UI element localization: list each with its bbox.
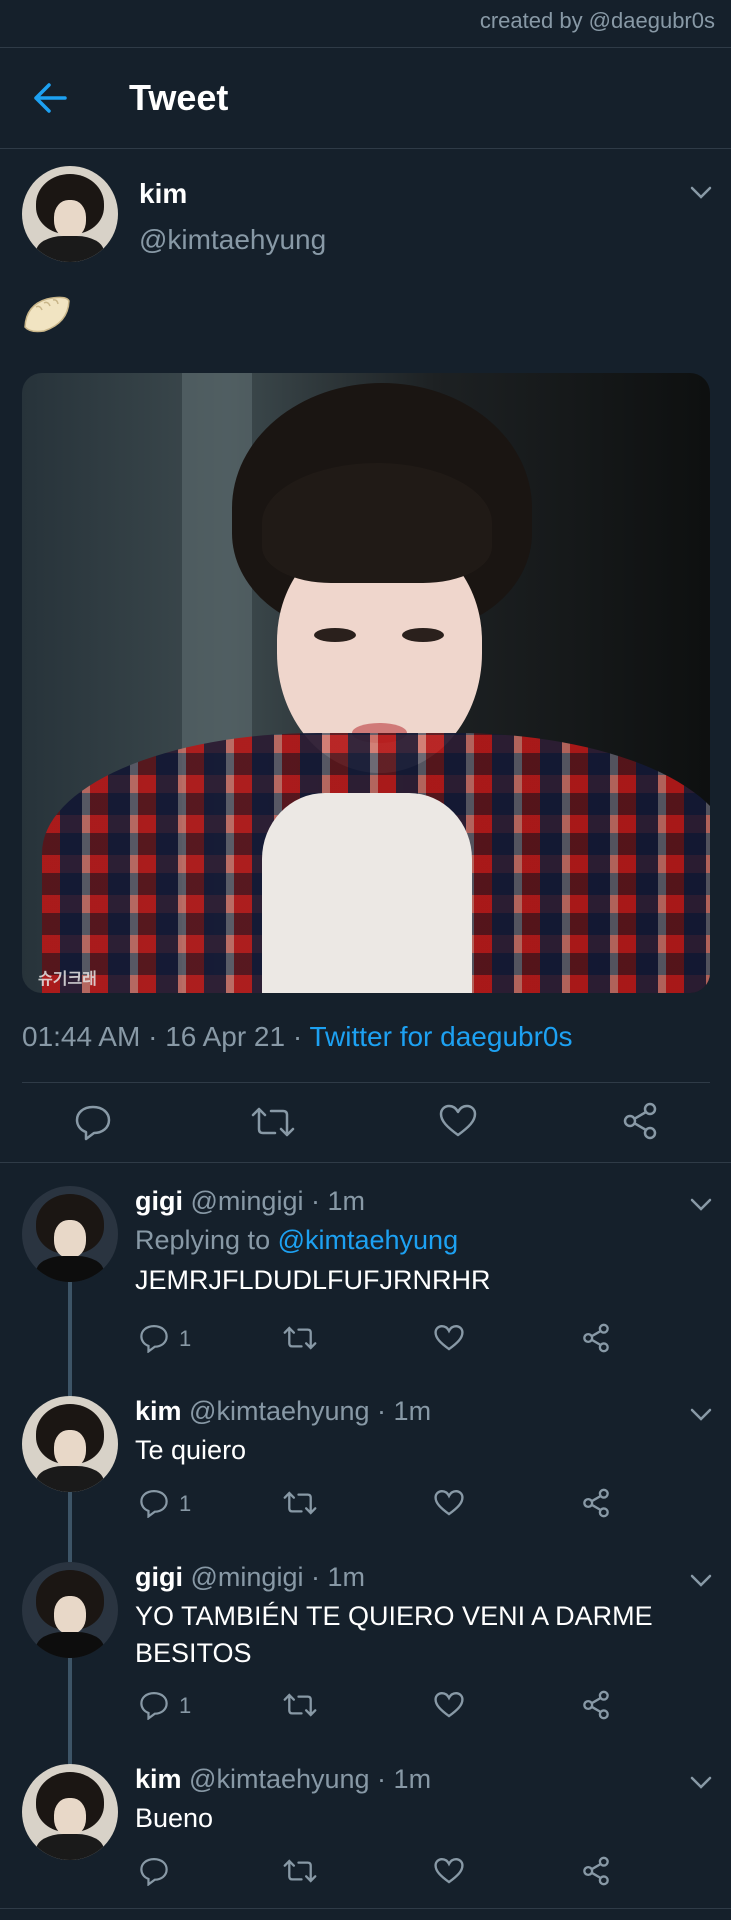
reply-icon[interactable] [139,1690,169,1720]
chevron-down-icon[interactable] [690,1776,712,1790]
reply-author-name[interactable]: gigi [135,1562,183,1592]
mention-link[interactable]: @kimtaehyung [278,1225,459,1255]
tweet-source-link[interactable]: Twitter for daegubr0s [309,1021,572,1052]
reply-icon[interactable] [139,1856,169,1886]
heart-icon[interactable] [434,1324,464,1352]
meta-separator: · [285,1021,310,1052]
top-bar: Tweet [0,47,731,149]
share-icon[interactable] [582,1856,610,1886]
reply-time: 1m [393,1764,432,1794]
creator-credit: created by @daegubr0s [479,8,715,33]
tweet-time: 01:44 AM [22,1021,141,1052]
replying-to: Replying to @kimtaehyung [135,1222,695,1259]
media-watermark: 슈기크래 [38,971,97,988]
retweet-icon[interactable] [283,1325,317,1351]
chevron-down-icon[interactable] [690,1198,712,1212]
chevron-down-icon[interactable] [690,186,712,200]
retweet-icon[interactable] [283,1858,317,1884]
reply-icon[interactable] [74,1103,112,1141]
avatar[interactable] [22,1396,118,1492]
reply-time: 1m [327,1562,365,1592]
tweet-header: kim @kimtaehyung [22,166,712,262]
reply-header: gigi @mingigi · 1m [135,1562,365,1592]
share-icon[interactable] [582,1690,610,1720]
tweet-media-image[interactable]: 슈기크래 [22,373,710,993]
avatar[interactable] [22,166,118,262]
reply-text: Bueno [135,1803,214,1833]
reply-item[interactable]: gigi @mingigi · 1m Replying to @kimtaehy… [0,1186,731,1406]
share-icon[interactable] [582,1323,610,1353]
tweet-author-handle[interactable]: @kimtaehyung [139,224,326,256]
reply-item[interactable]: kim @kimtaehyung · 1m Bueno [0,1764,731,1914]
reply-count: 1 [179,1693,192,1718]
reply-count: 1 [179,1491,192,1516]
reply-author-handle[interactable]: @mingigi [191,1186,304,1216]
heart-icon[interactable] [434,1691,464,1719]
reply-author-name[interactable]: kim [135,1396,182,1426]
tweet-meta: 01:44 AM · 16 Apr 21 · Twitter for daegu… [22,1021,573,1053]
reply-actions: 1 [135,1320,615,1360]
meta-separator: · [140,1021,166,1052]
reply-author-name[interactable]: gigi [135,1186,183,1216]
replying-to-label: Replying to [135,1225,278,1255]
thread-line [68,1658,72,1768]
chevron-down-icon[interactable] [690,1574,712,1588]
reply-author-handle[interactable]: @kimtaehyung [189,1396,370,1426]
chevron-down-icon[interactable] [690,1408,712,1422]
reply-text: JEMRJFLDUDLFUFJRNRHR [135,1265,491,1295]
retweet-icon[interactable] [251,1105,295,1139]
reply-author-handle[interactable]: @mingigi [191,1562,304,1592]
thread-line [68,1282,72,1406]
avatar[interactable] [22,1186,118,1282]
retweet-icon[interactable] [283,1490,317,1516]
reply-item[interactable]: kim @kimtaehyung · 1m Te quiero 1 [0,1396,731,1562]
reply-header: gigi @mingigi · 1m [135,1186,365,1216]
reply-header: kim @kimtaehyung · 1m [135,1764,432,1794]
divider [0,1162,731,1163]
reply-count: 1 [179,1326,192,1351]
reply-icon[interactable] [139,1488,169,1518]
reply-text: Te quiero [135,1435,247,1465]
page-title: Tweet [129,77,229,118]
heart-icon[interactable] [439,1104,477,1138]
reply-author-handle[interactable]: @kimtaehyung [189,1764,370,1794]
avatar[interactable] [22,1562,118,1658]
dumpling-emoji-icon [22,293,72,335]
heart-icon[interactable] [434,1857,464,1885]
heart-icon[interactable] [434,1489,464,1517]
reply-actions [135,1853,615,1893]
reply-header: kim @kimtaehyung · 1m [135,1396,432,1426]
tweet-author-name[interactable]: kim [139,178,187,210]
share-icon[interactable] [622,1102,658,1140]
share-icon[interactable] [582,1488,610,1518]
reply-time: 1m [327,1186,365,1216]
reply-actions: 1 [135,1485,615,1525]
reply-author-name[interactable]: kim [135,1764,182,1794]
reply-icon[interactable] [139,1323,169,1353]
reply-time: 1m [393,1396,432,1426]
divider [0,1908,731,1909]
tweet-actions [22,1082,712,1162]
thread-line [68,1492,72,1562]
reply-item[interactable]: gigi @mingigi · 1m YO TAMBIÉN TE QUIERO … [0,1562,731,1768]
reply-actions: 1 [135,1687,615,1727]
back-arrow-icon[interactable] [32,81,68,115]
retweet-icon[interactable] [283,1692,317,1718]
tweet-date: 16 Apr 21 [165,1021,286,1052]
reply-text: YO TAMBIÉN TE QUIERO VENI A DARME BESITO… [135,1601,653,1668]
avatar[interactable] [22,1764,118,1860]
